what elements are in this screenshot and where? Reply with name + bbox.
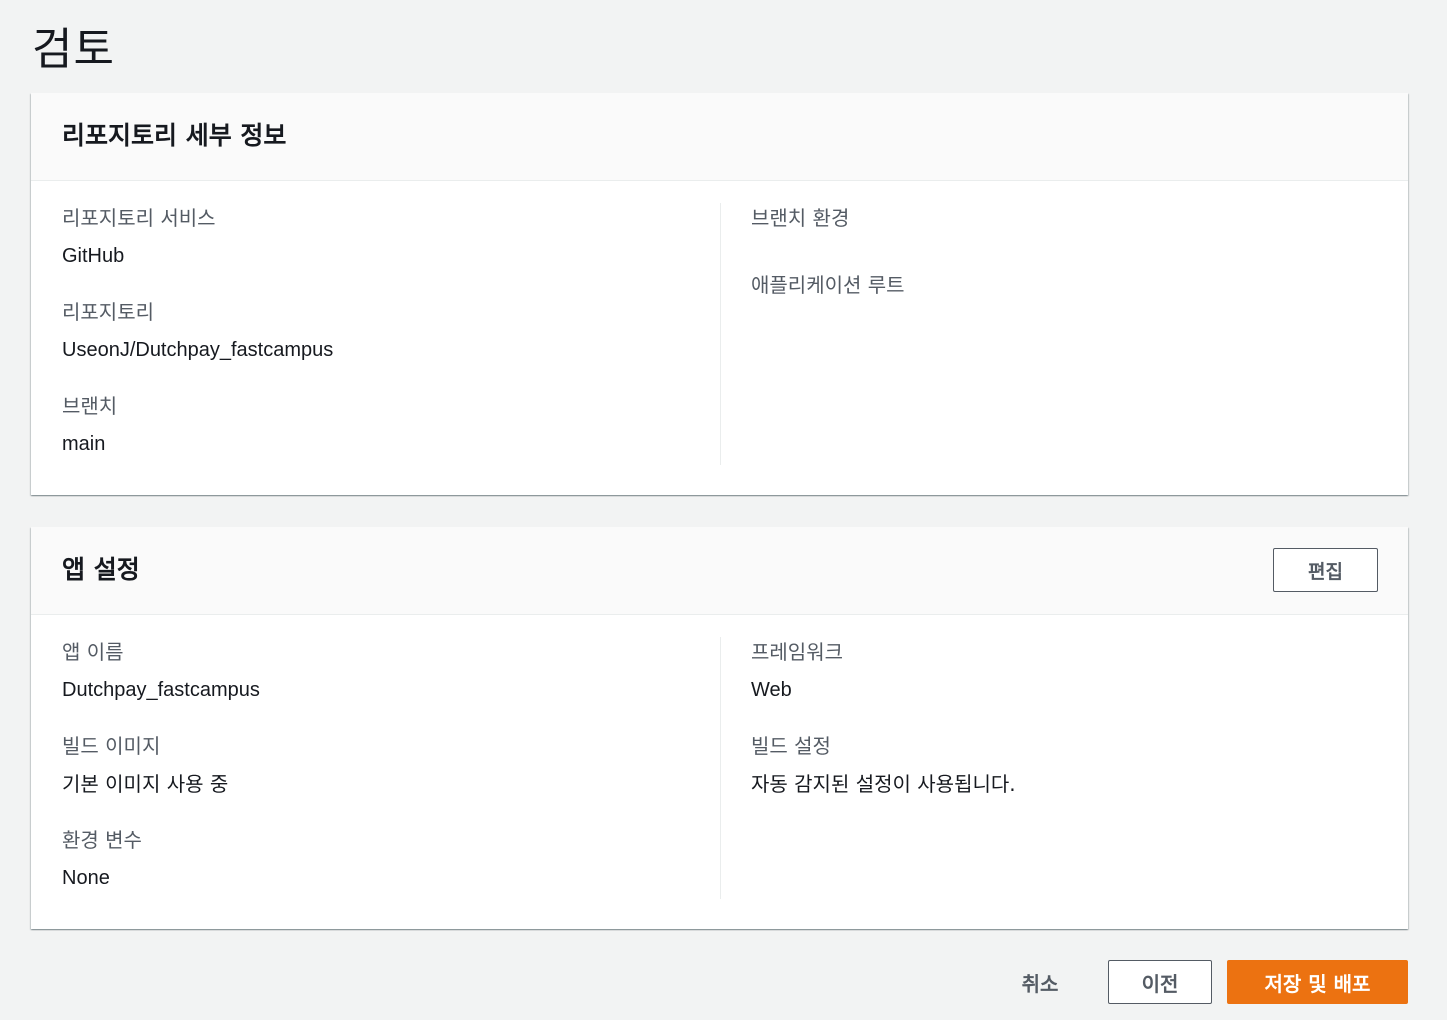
cancel-button[interactable]: 취소: [998, 960, 1082, 1004]
framework-field: 프레임워크 Web: [751, 637, 1371, 705]
app-settings-left-column: 앱 이름 Dutchpay_fastcampus 빌드 이미지 기본 이미지 사…: [62, 637, 720, 919]
build-image-field: 빌드 이미지 기본 이미지 사용 중: [62, 731, 720, 799]
build-image-label: 빌드 이미지: [62, 734, 161, 758]
branch-environment-label: 브랜치 환경: [751, 206, 850, 230]
column-divider: [720, 637, 721, 899]
branch-field: 브랜치 main: [62, 391, 720, 459]
environment-variables-field: 환경 변수 None: [62, 825, 720, 893]
repository-service-value: GitHub: [62, 245, 125, 267]
repository-label: 리포지토리: [62, 300, 154, 324]
app-name-field: 앱 이름 Dutchpay_fastcampus: [62, 637, 720, 705]
repository-service-label: 리포지토리 서비스: [62, 206, 216, 230]
branch-label: 브랜치: [62, 394, 118, 418]
repository-details-left-column: 리포지토리 서비스 GitHub 리포지토리 UseonJ/Dutchpay_f…: [62, 203, 720, 485]
build-settings-field: 빌드 설정 자동 감지된 설정이 사용됩니다.: [751, 731, 1371, 799]
repository-value: UseonJ/Dutchpay_fastcampus: [62, 339, 334, 361]
repository-service-field: 리포지토리 서비스 GitHub: [62, 203, 720, 271]
edit-button[interactable]: 편집: [1273, 548, 1378, 592]
repository-details-title: 리포지토리 세부 정보: [62, 121, 287, 150]
repository-field: 리포지토리 UseonJ/Dutchpay_fastcampus: [62, 297, 720, 365]
branch-value: main: [62, 433, 106, 455]
repository-details-right-column: 브랜치 환경 애플리케이션 루트: [751, 203, 1371, 326]
framework-label: 프레임워크: [751, 640, 843, 664]
app-settings-panel: 앱 설정 편집 앱 이름 Dutchpay_fastcampus 빌드 이미지 …: [31, 527, 1408, 929]
environment-variables-label: 환경 변수: [62, 828, 142, 852]
framework-value: Web: [751, 679, 792, 701]
page-title: 검토: [32, 24, 115, 75]
build-settings-label: 빌드 설정: [751, 734, 831, 758]
save-and-deploy-button[interactable]: 저장 및 배포: [1227, 960, 1408, 1004]
app-settings-header: 앱 설정 편집: [31, 527, 1408, 615]
app-name-value: Dutchpay_fastcampus: [62, 679, 260, 701]
build-image-value: 기본 이미지 사용 중: [62, 772, 229, 796]
app-settings-title: 앱 설정: [62, 555, 140, 584]
build-settings-value: 자동 감지된 설정이 사용됩니다.: [751, 772, 1016, 796]
column-divider: [720, 203, 721, 465]
repository-details-header: 리포지토리 세부 정보: [31, 93, 1408, 181]
app-root-field: 애플리케이션 루트: [751, 270, 1371, 300]
previous-button[interactable]: 이전: [1108, 960, 1212, 1004]
app-root-label: 애플리케이션 루트: [751, 273, 905, 297]
app-name-label: 앱 이름: [62, 640, 124, 664]
app-settings-right-column: 프레임워크 Web 빌드 설정 자동 감지된 설정이 사용됩니다.: [751, 637, 1371, 825]
environment-variables-value: None: [62, 867, 110, 889]
repository-details-panel: 리포지토리 세부 정보 리포지토리 서비스 GitHub 리포지토리 Useon…: [31, 93, 1408, 495]
branch-environment-field: 브랜치 환경: [751, 203, 1371, 233]
